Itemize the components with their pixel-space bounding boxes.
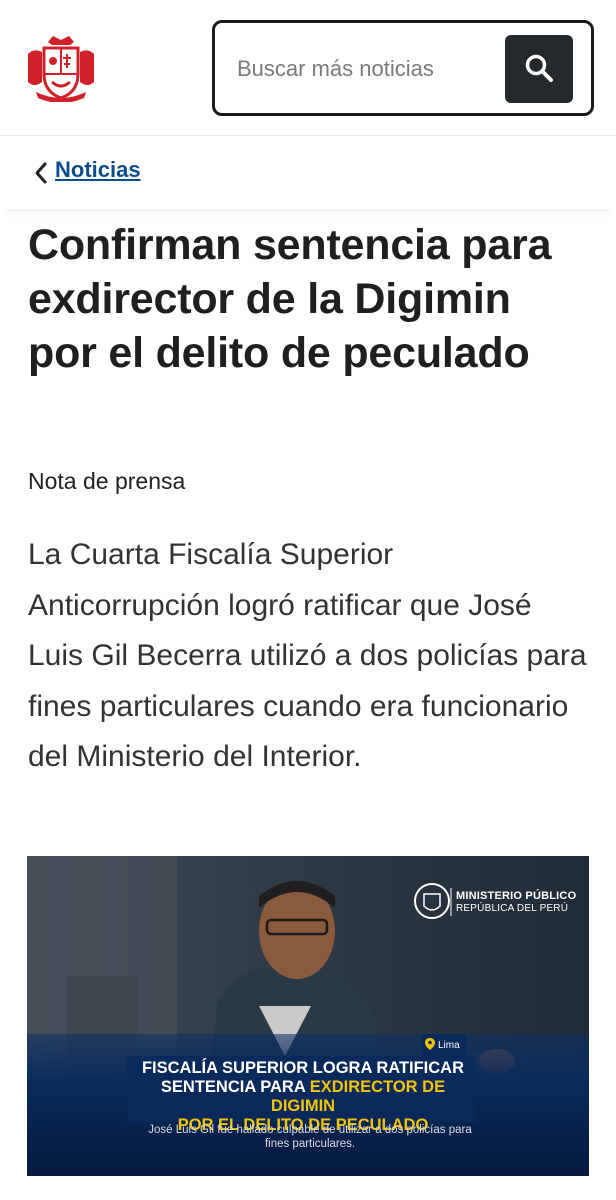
image-caption: José Luis Gil fue hallado culpable de ut… <box>148 1124 472 1150</box>
headline-line-2-white: SENTENCIA PARA <box>160 1078 310 1096</box>
search-button[interactable] <box>505 35 573 103</box>
image-headline: FISCALÍA SUPERIOR LOGRA RATIFICAR SENTEN… <box>127 1059 479 1134</box>
article-title: Confirman sentencia para exdirector de l… <box>28 221 552 377</box>
logo-title: MINISTERIO PÚBLICO <box>456 890 577 902</box>
site-header <box>0 0 616 136</box>
location-label: Lima <box>438 1039 460 1051</box>
search-input[interactable] <box>237 49 487 89</box>
chevron-left-icon[interactable] <box>32 161 50 185</box>
ministerio-publico-logo: MINISTERIO PÚBLICO REPÚBLICA DEL PERÚ <box>456 890 576 914</box>
article-lead: La Cuarta Fiscalía Superior Anticorrupci… <box>28 538 587 773</box>
breadcrumb-link-noticias[interactable]: Noticias <box>55 157 141 183</box>
logo-subtitle: REPÚBLICA DEL PERÚ <box>456 903 569 914</box>
headline-line-2: SENTENCIA PARA EXDIRECTOR DE DIGIMIN <box>127 1078 479 1116</box>
breadcrumb: Noticias <box>0 137 616 209</box>
location-badge: Lima <box>421 1034 467 1056</box>
peru-coat-of-arms-icon[interactable] <box>26 34 96 103</box>
article-type: Nota de prensa <box>28 468 186 494</box>
search-box <box>212 20 594 116</box>
headline-line-1: FISCALÍA SUPERIOR LOGRA RATIFICAR <box>141 1059 465 1077</box>
location-pin-icon <box>425 1037 435 1053</box>
search-icon <box>524 53 554 86</box>
